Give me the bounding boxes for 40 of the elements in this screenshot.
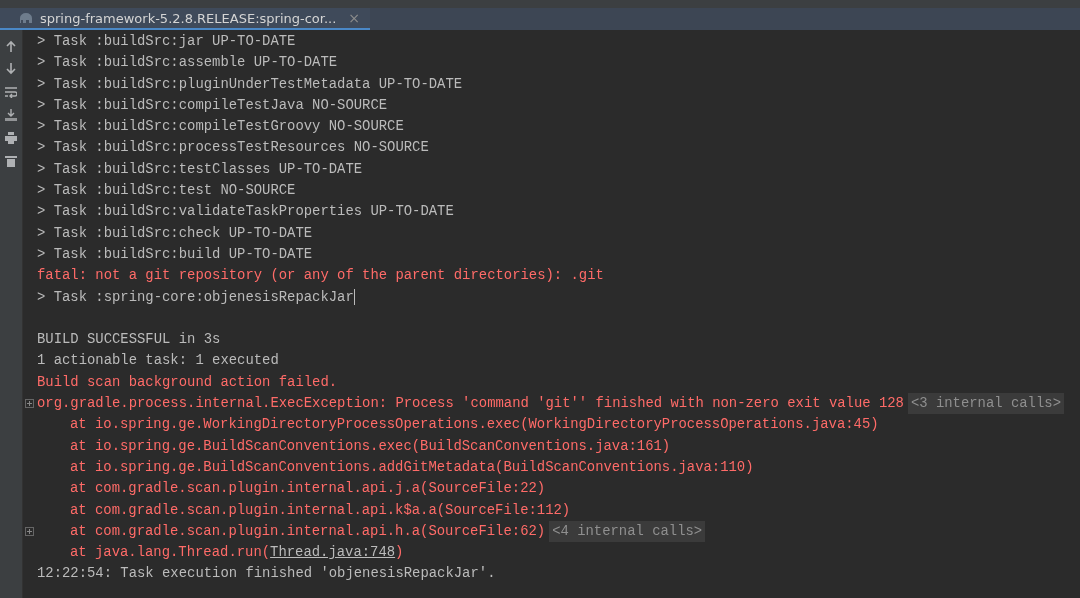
log-line: > Task :buildSrc:compileTestGroovy NO-SOURCE	[37, 117, 404, 137]
error-line: org.gradle.process.internal.ExecException: Process 'command 'git'' finished with non-zero exit value 128	[37, 394, 904, 414]
log-line: at io.spring.ge.BuildScanConventions.exec(BuildScanConventions.java:161)	[70, 436, 671, 456]
trash-icon[interactable]	[5, 155, 17, 167]
log-line: > Task :buildSrc:check UP-TO-DATE	[37, 223, 313, 243]
log-line: > Task :buildSrc:validateTaskProperties UP-TO-DATE	[37, 202, 454, 222]
log-line: at com.gradle.scan.plugin.internal.api.j.a(SourceFile:22)	[70, 479, 546, 499]
tab-title: spring-framework-5.2.8.RELEASE:spring-cor...	[40, 10, 337, 26]
source-link[interactable]: Thread.java:748	[270, 544, 396, 561]
log-line: at io.spring.ge.WorkingDirectoryProcessOperations.exec(WorkingDirectoryProcessOperations.java:45)	[70, 415, 879, 435]
soft-wrap-icon[interactable]	[5, 86, 17, 98]
run-tab[interactable]: spring-framework-5.2.8.RELEASE:spring-cor... ×	[0, 8, 371, 30]
printer-icon[interactable]	[5, 132, 17, 144]
log-line: > Task :buildSrc:testClasses UP-TO-DATE	[37, 159, 363, 179]
log-line: > Task :buildSrc:assemble UP-TO-DATE	[37, 53, 338, 73]
log-line: 1 actionable task: 1 executed	[37, 351, 279, 371]
scroll-to-end-icon[interactable]	[5, 109, 17, 121]
fold-icon[interactable]	[25, 526, 34, 536]
log-line: > Task :buildSrc:build UP-TO-DATE	[37, 244, 313, 264]
log-line: > Task :buildSrc:jar UP-TO-DATE	[37, 32, 296, 51]
log-line: BUILD SUCCESSFUL in 3s	[37, 330, 221, 350]
log-line: at com.gradle.scan.plugin.internal.api.h.a(SourceFile:62)	[70, 521, 546, 541]
log-line: at java.lang.Thread.run(Thread.java:748)	[70, 543, 404, 563]
log-line: > Task :buildSrc:compileTestJava NO-SOURCE	[37, 95, 388, 115]
internal-calls-fold[interactable]: <3 internal calls>	[907, 393, 1064, 415]
elephant-icon	[18, 12, 34, 24]
error-line: Build scan background action failed.	[37, 372, 338, 392]
log-line: > Task :spring-core:objenesisRepackJar	[37, 287, 354, 307]
fold-icon[interactable]	[25, 399, 34, 409]
up-arrow-icon[interactable]	[5, 40, 17, 52]
log-line: at com.gradle.scan.plugin.internal.api.k$a.a(SourceFile:112)	[70, 500, 571, 520]
close-icon[interactable]: ×	[348, 10, 361, 26]
error-line: fatal: not a git repository (or any of the parent directories): .git	[37, 266, 604, 286]
log-line: at io.spring.ge.BuildScanConventions.addGitMetadata(BuildScanConventions.java:110)	[70, 457, 754, 477]
down-arrow-icon[interactable]	[5, 63, 17, 75]
log-line: > Task :buildSrc:processTestResources NO-SOURCE	[37, 138, 429, 158]
log-line: > Task :buildSrc:pluginUnderTestMetadata UP-TO-DATE	[37, 74, 463, 94]
log-line: 12:22:54: Task execution finished 'objenesisRepackJar'.	[37, 564, 496, 584]
internal-calls-fold[interactable]: <4 internal calls>	[549, 520, 706, 543]
log-line: > Task :buildSrc:test NO-SOURCE	[37, 181, 296, 201]
